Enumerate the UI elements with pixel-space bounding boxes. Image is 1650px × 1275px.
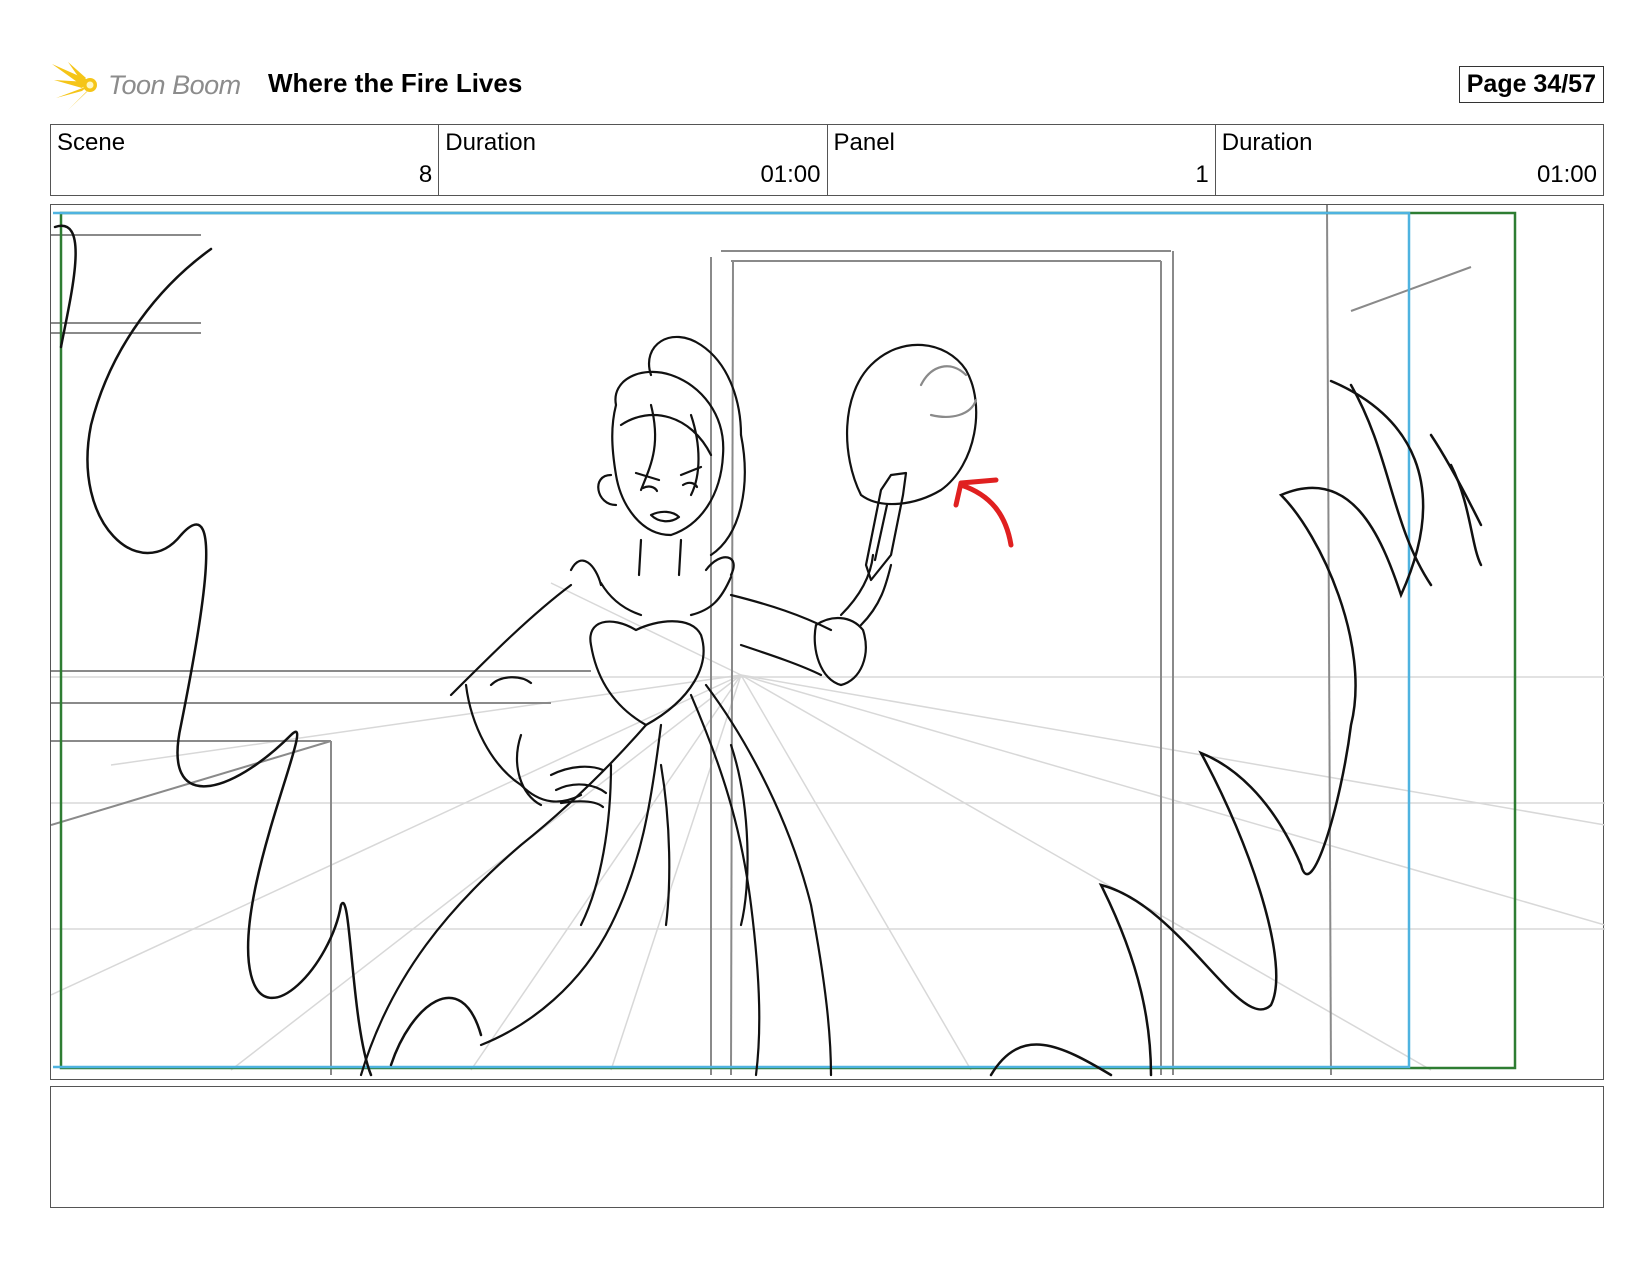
toon-boom-logo: Toon Boom [50,58,250,114]
logo-text: Toon Boom [108,70,241,100]
page-header: Toon Boom Where the Fire Lives Page 34/5… [50,58,1604,114]
scene-value: 8 [418,161,433,188]
scene-cell: Scene 8 [51,125,440,195]
scene-info-table: Scene 8 Duration 01:00 Panel 1 Duration … [50,124,1604,196]
character-sketch [359,335,978,1077]
panel-value: 1 [1195,161,1209,188]
toon-boom-burst-icon [52,62,97,110]
storyboard-panel [50,204,1605,1080]
scene-duration-cell: Duration 01:00 [439,125,828,195]
background-architecture [51,205,1472,1076]
scene-duration-label: Duration [445,129,536,156]
panel-cell: Panel 1 [828,125,1216,195]
red-arrow-icon [953,477,1014,548]
scene-label: Scene [57,129,126,156]
scene-duration-value: 01:00 [760,161,821,188]
project-title: Where the Fire Lives [268,68,523,98]
dialogue-notes-box [50,1086,1604,1208]
fire-flames [53,224,1483,1077]
panel-duration-label: Duration [1221,129,1313,156]
panel-duration-value: 01:00 [1536,161,1597,188]
panel-label: Panel [833,129,895,156]
perspective-guides [51,582,1605,1071]
panel-duration-cell: Duration 01:00 [1216,125,1603,195]
safe-frame [59,211,1517,1070]
panel-sketch [51,205,1605,1077]
page-number: Page 34/57 [1458,66,1604,103]
